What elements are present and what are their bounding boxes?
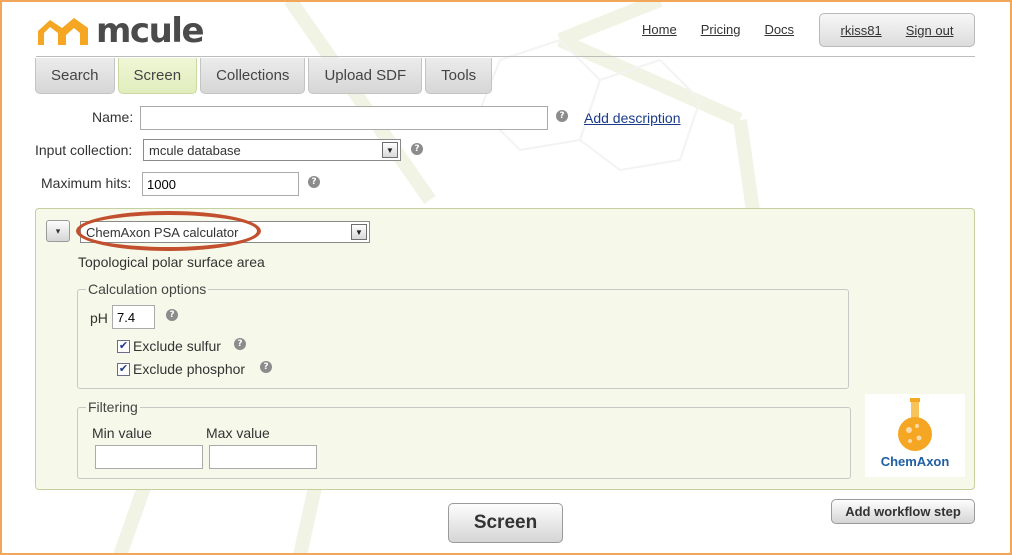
add-description-link[interactable]: Add description: [584, 110, 681, 126]
dropdown-arrow-icon: ▼: [351, 224, 367, 240]
add-workflow-step-button[interactable]: Add workflow step: [831, 499, 975, 524]
tab-screen[interactable]: Screen: [117, 58, 198, 94]
tab-search[interactable]: Search: [35, 58, 115, 94]
exclude-phosphor-help-icon[interactable]: ?: [260, 361, 272, 373]
logo-text: mcule: [96, 11, 205, 51]
nav-docs-link[interactable]: Docs: [764, 22, 794, 37]
calculator-select-value: ChemAxon PSA calculator: [86, 224, 239, 240]
exclude-phosphor-label: Exclude phosphor: [133, 361, 246, 377]
input-collection-value: mcule database: [149, 142, 241, 158]
input-collection-select[interactable]: mcule database ▼: [143, 139, 401, 161]
name-input[interactable]: [140, 106, 548, 130]
logo-icon: [38, 18, 88, 45]
calculator-description: Topological polar surface area: [78, 254, 265, 270]
filtering-legend: Filtering: [88, 399, 138, 415]
max-hits-help-icon[interactable]: ?: [308, 176, 320, 188]
exclude-phosphor-checkbox[interactable]: ✔: [117, 363, 130, 376]
main-tabs: Search Screen Collections Upload SDF Too…: [35, 58, 493, 94]
header-divider: [36, 56, 975, 57]
chemaxon-logo: ChemAxon: [865, 394, 965, 477]
exclude-sulfur-checkbox[interactable]: ✔: [117, 340, 130, 353]
max-value-label: Max value: [206, 425, 270, 441]
ph-help-icon[interactable]: ?: [166, 309, 178, 321]
ph-input[interactable]: [112, 305, 155, 329]
exclude-sulfur-help-icon[interactable]: ?: [234, 338, 246, 350]
name-help-icon[interactable]: ?: [556, 110, 568, 122]
workflow-step-panel: ▾ ChemAxon PSA calculator ▼ Topological …: [35, 208, 975, 490]
step-collapse-toggle[interactable]: ▾: [46, 220, 70, 242]
top-navigation: Home Pricing Docs: [642, 22, 794, 37]
tab-upload-sdf[interactable]: Upload SDF: [308, 58, 423, 94]
name-label: Name:: [92, 109, 134, 125]
screen-button[interactable]: Screen: [448, 503, 563, 543]
max-hits-input[interactable]: [142, 172, 299, 196]
tab-tools[interactable]: Tools: [425, 58, 493, 94]
tab-collections[interactable]: Collections: [200, 58, 306, 94]
nav-home-link[interactable]: Home: [642, 22, 677, 37]
calculation-options-legend: Calculation options: [88, 281, 207, 297]
input-collection-label: Input collection:: [35, 142, 133, 158]
ph-label: pH: [90, 310, 108, 326]
flask-icon: [898, 398, 932, 451]
min-value-input[interactable]: [95, 445, 203, 469]
min-value-label: Min value: [92, 425, 152, 441]
input-collection-help-icon[interactable]: ?: [411, 143, 423, 155]
nav-pricing-link[interactable]: Pricing: [701, 22, 741, 37]
calculator-select[interactable]: ChemAxon PSA calculator ▼: [80, 221, 370, 243]
max-value-input[interactable]: [209, 445, 317, 469]
dropdown-arrow-icon: ▼: [382, 142, 398, 158]
exclude-sulfur-label: Exclude sulfur: [133, 338, 221, 354]
chemaxon-logo-text: ChemAxon: [880, 454, 950, 469]
user-box: rkiss81 Sign out: [819, 13, 975, 47]
username-link[interactable]: rkiss81: [841, 23, 882, 38]
sign-out-link[interactable]: Sign out: [906, 23, 954, 38]
max-hits-label: Maximum hits:: [41, 175, 132, 191]
mcule-logo[interactable]: mcule: [36, 11, 205, 51]
